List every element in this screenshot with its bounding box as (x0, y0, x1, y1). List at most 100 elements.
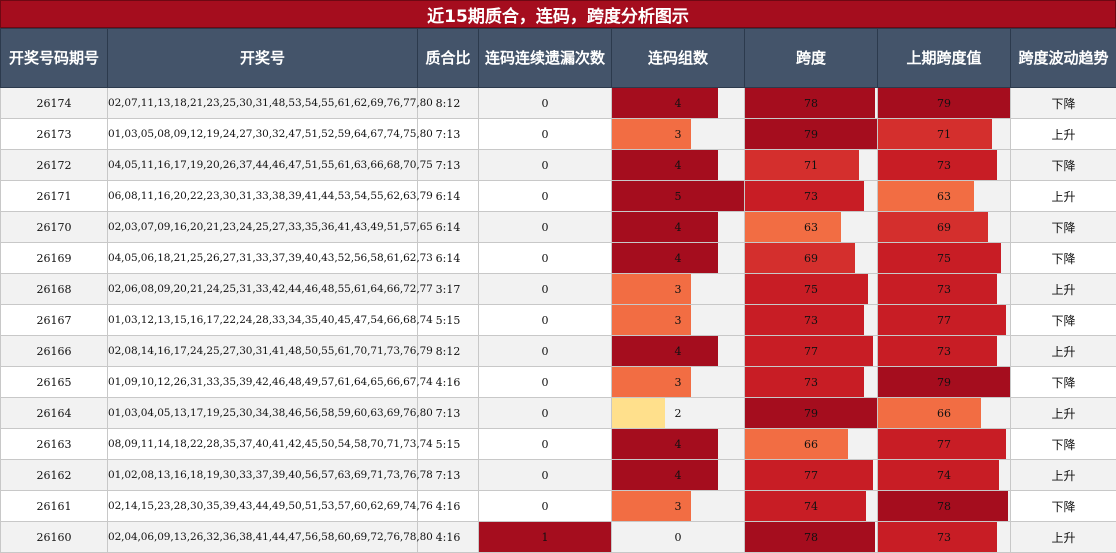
trend-cell: 上升 (1011, 336, 1116, 367)
numbers-value: 01,09,10,12,26,31,33,35,39,42,46,48,49,5… (108, 376, 433, 388)
header-row: 开奖号码期号 开奖号 质合比 连码连续遗漏次数 连码组数 跨度 上期跨度值 跨度… (1, 29, 1116, 88)
prev-span-cell: 69 (878, 212, 1011, 243)
trend-value: 上升 (1051, 469, 1075, 483)
miss-cell: 0 (479, 212, 612, 243)
period-value: 26165 (37, 376, 72, 389)
numbers-cell: 06,08,11,16,20,22,23,30,31,33,38,39,41,4… (108, 181, 418, 212)
miss-value: 0 (542, 252, 549, 265)
span-cell: 79 (745, 398, 878, 429)
prev-span-value: 71 (937, 128, 951, 141)
span-value: 71 (804, 159, 818, 172)
trend-cell: 下降 (1011, 491, 1116, 522)
groups-cell: 3 (612, 305, 745, 336)
prev-span-value: 73 (937, 159, 951, 172)
groups-cell: 4 (612, 212, 745, 243)
numbers-cell: 04,05,11,16,17,19,20,26,37,44,46,47,51,5… (108, 150, 418, 181)
period-value: 26169 (37, 252, 72, 265)
groups-cell: 3 (612, 119, 745, 150)
ratio-value: 4:16 (436, 531, 461, 544)
ratio-value: 8:12 (436, 345, 461, 358)
groups-cell: 4 (612, 429, 745, 460)
period-cell: 26165 (1, 367, 108, 398)
period-value: 26161 (37, 500, 72, 513)
header-prev-span: 上期跨度值 (878, 29, 1011, 88)
ratio-value: 4:16 (436, 500, 461, 513)
period-cell: 26172 (1, 150, 108, 181)
ratio-value: 4:16 (436, 376, 461, 389)
groups-bar (612, 88, 718, 118)
miss-value: 0 (542, 314, 549, 327)
span-cell: 66 (745, 429, 878, 460)
numbers-cell: 01,03,04,05,13,17,19,25,30,34,38,46,56,5… (108, 398, 418, 429)
table-row: 26168 02,06,08,09,20,21,24,25,31,33,42,44… (1, 274, 1116, 305)
miss-cell: 1 (479, 522, 612, 553)
miss-cell: 0 (479, 429, 612, 460)
span-cell: 69 (745, 243, 878, 274)
period-value: 26173 (37, 128, 72, 141)
period-value: 26172 (37, 159, 72, 172)
ratio-value: 7:13 (436, 128, 461, 141)
miss-value: 0 (542, 376, 549, 389)
period-cell: 26164 (1, 398, 108, 429)
prev-span-value: 75 (937, 252, 951, 265)
span-cell: 78 (745, 522, 878, 553)
numbers-value: 02,07,11,13,18,21,23,25,30,31,48,53,54,5… (108, 97, 433, 109)
numbers-cell: 01,02,08,13,16,18,19,30,33,37,39,40,56,5… (108, 460, 418, 491)
span-value: 77 (804, 469, 818, 482)
numbers-cell: 08,09,11,14,18,22,28,35,37,40,41,42,45,5… (108, 429, 418, 460)
groups-bar (612, 460, 718, 490)
period-value: 26174 (37, 97, 72, 110)
prev-span-bar (878, 398, 981, 428)
prev-span-cell: 74 (878, 460, 1011, 491)
numbers-cell: 02,14,15,23,28,30,35,39,43,44,49,50,51,5… (108, 491, 418, 522)
prev-span-cell: 73 (878, 150, 1011, 181)
period-cell: 26160 (1, 522, 108, 553)
miss-cell: 0 (479, 491, 612, 522)
groups-value: 4 (675, 469, 682, 482)
header-groups: 连码组数 (612, 29, 745, 88)
trend-cell: 下降 (1011, 88, 1116, 119)
period-value: 26170 (37, 221, 72, 234)
trend-value: 下降 (1051, 314, 1075, 328)
numbers-cell: 02,04,06,09,13,26,32,36,38,41,44,47,56,5… (108, 522, 418, 553)
miss-value: 0 (542, 159, 549, 172)
span-value: 78 (804, 531, 818, 544)
ratio-value: 7:13 (436, 159, 461, 172)
span-cell: 71 (745, 150, 878, 181)
groups-value: 3 (675, 283, 682, 296)
period-cell: 26166 (1, 336, 108, 367)
numbers-cell: 02,06,08,09,20,21,24,25,31,33,42,44,46,4… (108, 274, 418, 305)
numbers-value: 01,02,08,13,16,18,19,30,33,37,39,40,56,5… (108, 469, 433, 481)
header-period: 开奖号码期号 (1, 29, 108, 88)
miss-value: 0 (542, 345, 549, 358)
numbers-cell: 02,08,14,16,17,24,25,27,30,31,41,48,50,5… (108, 336, 418, 367)
period-cell: 26170 (1, 212, 108, 243)
groups-value: 4 (675, 438, 682, 451)
span-cell: 77 (745, 336, 878, 367)
prev-span-cell: 73 (878, 336, 1011, 367)
span-value: 79 (804, 128, 818, 141)
period-cell: 26171 (1, 181, 108, 212)
numbers-cell: 01,03,12,13,15,16,17,22,24,28,33,34,35,4… (108, 305, 418, 336)
numbers-value: 02,04,06,09,13,26,32,36,38,41,44,47,56,5… (108, 531, 433, 543)
table-row: 2616002,04,06,09,13,26,32,36,38,41,44,47… (1, 522, 1116, 553)
period-value: 26163 (37, 438, 72, 451)
prev-span-bar (878, 181, 974, 211)
trend-cell: 上升 (1011, 522, 1116, 553)
table-row: 26161 02,14,15,23,28,30,35,39,43,44,49,50… (1, 491, 1116, 522)
prev-span-bar (878, 212, 988, 242)
trend-cell: 上升 (1011, 398, 1116, 429)
groups-cell: 3 (612, 274, 745, 305)
miss-cell: 0 (479, 243, 612, 274)
span-cell: 78 (745, 88, 878, 119)
span-cell: 73 (745, 367, 878, 398)
trend-cell: 上升 (1011, 181, 1116, 212)
numbers-value: 06,08,11,16,20,22,23,30,31,33,38,39,41,4… (108, 190, 433, 202)
groups-value: 4 (675, 345, 682, 358)
ratio-value: 5:15 (436, 438, 461, 451)
period-value: 26168 (37, 283, 72, 296)
header-trend: 跨度波动趋势 (1011, 29, 1116, 88)
span-value: 69 (804, 252, 818, 265)
numbers-cell: 02,07,11,13,18,21,23,25,30,31,48,53,54,5… (108, 88, 418, 119)
groups-value: 3 (675, 500, 682, 513)
